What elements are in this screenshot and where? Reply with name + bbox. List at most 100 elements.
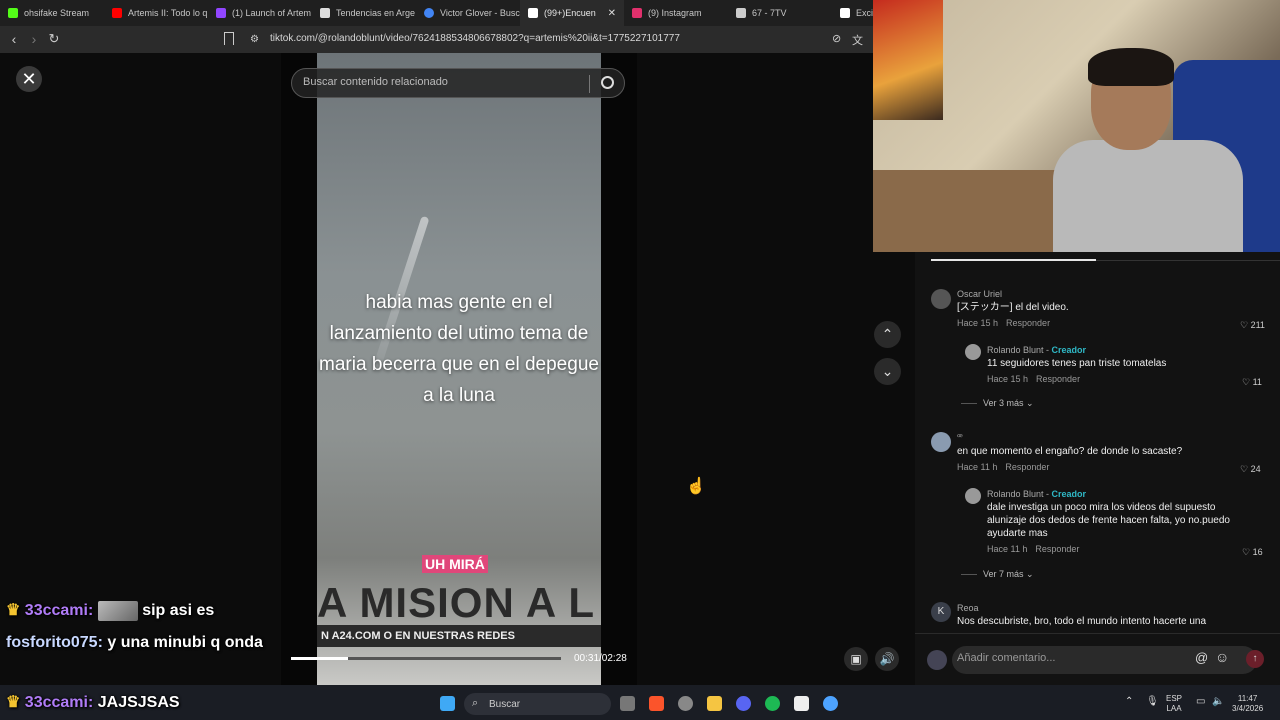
video-progress[interactable]	[291, 657, 561, 660]
tray-chevron-icon[interactable]: ⌃	[1125, 696, 1133, 707]
tiktok-icon	[528, 8, 538, 18]
app-icon[interactable]	[794, 696, 809, 711]
tiktok-icon	[840, 8, 850, 18]
folder-icon[interactable]	[707, 696, 722, 711]
eye-off-icon[interactable]: ⊘	[832, 32, 841, 45]
previous-video-button[interactable]: ⌃	[874, 321, 901, 348]
progress-fill	[291, 657, 348, 660]
hand-cursor-icon: ☝	[686, 478, 706, 495]
spotify-icon[interactable]	[765, 696, 780, 711]
browser-tab[interactable]: ohsifake Stream	[0, 0, 104, 26]
app-icon[interactable]	[678, 696, 693, 711]
translate-icon[interactable]: 文	[852, 32, 863, 48]
tab-bar: ohsifake Stream Artemis II: Todo lo q (1…	[0, 0, 873, 26]
video-banner: A MISION A L	[317, 579, 595, 626]
search-icon: ⌕	[472, 697, 479, 709]
like-button[interactable]: ♡ 24	[1240, 464, 1261, 475]
reply-button[interactable]: Responder	[1006, 318, 1050, 328]
reply-button[interactable]: Responder	[1035, 544, 1079, 554]
browser-tab[interactable]: (9) Instagram	[624, 0, 728, 26]
site-settings-icon[interactable]: ⚙	[250, 34, 259, 45]
clock[interactable]: 11:47 3/4/2026	[1232, 694, 1263, 714]
volume-icon[interactable]: 🔈	[1212, 696, 1224, 707]
like-button[interactable]: ♡ 16	[1242, 547, 1263, 558]
comment: Reoa Nos descubriste, bro, todo el mundo…	[957, 603, 1207, 627]
reload-icon[interactable]: ↻	[44, 31, 64, 47]
reply-button[interactable]: Responder	[1005, 462, 1049, 472]
browser-tab-active[interactable]: (99+)Encuen ✕	[520, 0, 624, 26]
browser-tab[interactable]: (1) Launch of Artem	[208, 0, 312, 26]
volume-icon[interactable]: 🔊	[875, 647, 899, 671]
comment-placeholder[interactable]: Añadir comentario...	[957, 652, 1055, 664]
divider	[589, 75, 590, 93]
address-bar: ‹ › ↻ ⚙ tiktok.com/@rolandoblunt/video/7…	[0, 26, 873, 53]
mention-icon[interactable]: @	[1195, 650, 1208, 665]
comments-tab-indicator	[931, 259, 1096, 261]
reply-button[interactable]: Responder	[1036, 374, 1080, 384]
video-subtitle: UH MIRÁ	[422, 555, 488, 573]
comment-reply: Rolando Blunt - Creador dale investiga u…	[987, 489, 1230, 554]
google-icon	[424, 8, 434, 18]
mic-icon[interactable]: 🎙	[1146, 696, 1159, 707]
tiktok-video-page: ✕ habia mas gente en el lanzamiento del …	[0, 53, 915, 685]
video-frame[interactable]: habia mas gente en el lanzamiento del ut…	[317, 53, 601, 685]
comment-input-bar: Añadir comentario... @ ☺ ↑	[915, 633, 1280, 685]
pip-icon[interactable]: ▣	[844, 647, 868, 671]
twitch-icon	[216, 8, 226, 18]
streamer-body	[1053, 140, 1243, 252]
video-player[interactable]: habia mas gente en el lanzamiento del ut…	[281, 53, 637, 685]
chat-message: fosforito075: y una minubi q onda	[6, 634, 263, 651]
emote-icon	[97, 600, 138, 621]
avatar[interactable]	[965, 488, 981, 504]
youtube-icon	[112, 8, 122, 18]
windows-start-icon[interactable]	[440, 696, 455, 711]
send-icon[interactable]: ↑	[1246, 650, 1264, 668]
comment: ꟹ en que momento el engaño? de donde lo …	[957, 432, 1183, 472]
app-icon[interactable]	[823, 696, 838, 711]
search-icon[interactable]	[601, 76, 614, 89]
7tv-icon	[736, 8, 746, 18]
browser-tab[interactable]: 67 - 7TV	[728, 0, 832, 26]
crown-icon: ♛	[6, 694, 21, 711]
streamer-hair	[1088, 48, 1174, 86]
bookmark-icon[interactable]	[224, 32, 234, 45]
chat-message: ♛ 33ccami: JAJSJSAS	[6, 694, 180, 711]
language-indicator[interactable]: ESP LAA	[1166, 694, 1182, 714]
discord-icon[interactable]	[736, 696, 751, 711]
next-video-button[interactable]: ⌄	[874, 358, 901, 385]
back-icon[interactable]: ‹	[4, 31, 24, 47]
browser-tab[interactable]: Exciti	[832, 0, 873, 26]
video-caption: habia mas gente en el lanzamiento del ut…	[319, 292, 599, 406]
avatar[interactable]	[931, 289, 951, 309]
instagram-icon	[632, 8, 642, 18]
poster	[873, 0, 943, 120]
network-icon[interactable]: ▭	[1196, 696, 1205, 707]
comment: Oscar Uriel [ステッカー] el del video. Hace 1…	[957, 289, 1069, 328]
taskbar-search[interactable]	[464, 693, 611, 715]
close-tab-icon[interactable]: ✕	[608, 8, 616, 19]
webcam-overlay	[873, 0, 1280, 252]
forward-icon[interactable]: ›	[24, 31, 44, 47]
avatar[interactable]	[931, 432, 951, 452]
video-strip: N A24.COM O EN NUESTRAS REDES	[317, 625, 601, 647]
browser-tab[interactable]: Victor Glover - Busc	[416, 0, 520, 26]
browser-tab[interactable]: Artemis II: Todo lo q	[104, 0, 208, 26]
task-view-icon[interactable]	[620, 696, 635, 711]
close-button[interactable]: ✕	[16, 66, 42, 92]
related-search[interactable]: Buscar contenido relacionado	[291, 68, 625, 98]
brave-icon[interactable]	[649, 696, 664, 711]
chat-message: ♛ 33ccami: sip asi es	[6, 600, 215, 621]
view-more-replies[interactable]: Ver 7 más ⌄	[961, 569, 1034, 580]
taskbar-search-label: Buscar	[489, 699, 521, 710]
emoji-icon[interactable]: ☺	[1215, 649, 1229, 665]
like-button[interactable]: ♡ 211	[1240, 320, 1265, 331]
view-more-replies[interactable]: Ver 3 más ⌄	[961, 398, 1034, 409]
comments-panel: Oscar Uriel [ステッカー] el del video. Hace 1…	[915, 252, 1280, 685]
search-input[interactable]: Buscar contenido relacionado	[303, 76, 448, 88]
url-field[interactable]: tiktok.com/@rolandoblunt/video/762418853…	[270, 33, 680, 44]
kick-icon	[8, 8, 18, 18]
browser-tab[interactable]: Tendencias en Arge	[312, 0, 416, 26]
avatar[interactable]: K	[931, 602, 951, 622]
like-button[interactable]: ♡ 11	[1242, 377, 1262, 388]
avatar[interactable]	[965, 344, 981, 360]
